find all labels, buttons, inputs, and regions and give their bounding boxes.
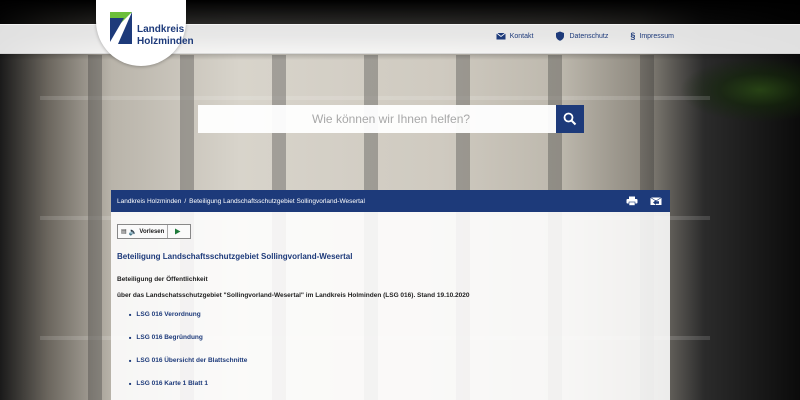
nav-datenschutz-label: Datenschutz [569,32,609,40]
play-icon [174,228,181,235]
print-icon[interactable] [626,196,638,206]
link-begruendung[interactable]: LSG 016 Begründung [129,334,247,357]
mail-icon [495,32,506,40]
breadcrumb-bar: Landkreis Holzminden / Beteiligung Lands… [111,190,670,212]
speaker-icon: 🔈 [128,228,138,236]
read-aloud-label: Vorlesen [139,228,165,235]
page-tools [626,196,662,206]
logo-line1: Landkreis [137,24,185,35]
search-bar [198,105,584,133]
nav-impressum-label: Impressum [639,32,674,40]
read-aloud-widget[interactable]: ▤ 🔈 Vorlesen [117,224,191,239]
nav-datenschutz[interactable]: Datenschutz [555,31,608,41]
intro-text: über das Landschatsschutzgebiet "Solling… [117,292,470,299]
section-icon: § [630,31,636,41]
breadcrumb-current: Beteiligung Landschaftsschutzgebiet Soll… [189,197,365,205]
nav-impressum[interactable]: § Impressum [630,31,674,41]
breadcrumb-home[interactable]: Landkreis Holzminden [117,198,181,205]
logo-mark-icon [110,12,132,44]
play-button[interactable] [168,225,186,238]
breadcrumb-separator: / [184,197,187,205]
shield-icon [556,31,565,41]
reader-menu-icon: ▤ [121,229,127,235]
intro-heading: Beteiligung der Öffentlichkeit [117,276,208,283]
logo-text: Landkreis Holzminden [137,24,194,48]
top-nav: Kontakt Datenschutz § Impressum [495,31,674,41]
document-links: LSG 016 Verordnung LSG 016 Begründung LS… [129,311,247,400]
nav-kontakt-label: Kontakt [509,32,534,40]
link-karte[interactable]: LSG 016 Karte 1 Blatt 1 [129,380,247,400]
page-title: Beteiligung Landschaftsschutzgebiet Soll… [117,252,353,261]
search-button[interactable] [556,105,584,133]
nav-kontakt[interactable]: Kontakt [495,31,534,41]
search-icon [563,112,577,126]
content-panel: Landkreis Holzminden / Beteiligung Lands… [111,190,670,400]
link-verordnung[interactable]: LSG 016 Verordnung [129,311,247,334]
link-uebersicht[interactable]: LSG 016 Übersicht der Blattschnitte [129,357,247,380]
search-input[interactable] [198,105,556,133]
breadcrumb: Landkreis Holzminden / Beteiligung Lands… [117,198,626,205]
share-icon[interactable] [650,196,662,206]
logo-line2: Holzminden [137,36,194,47]
read-aloud-button[interactable]: ▤ 🔈 Vorlesen [118,225,169,238]
